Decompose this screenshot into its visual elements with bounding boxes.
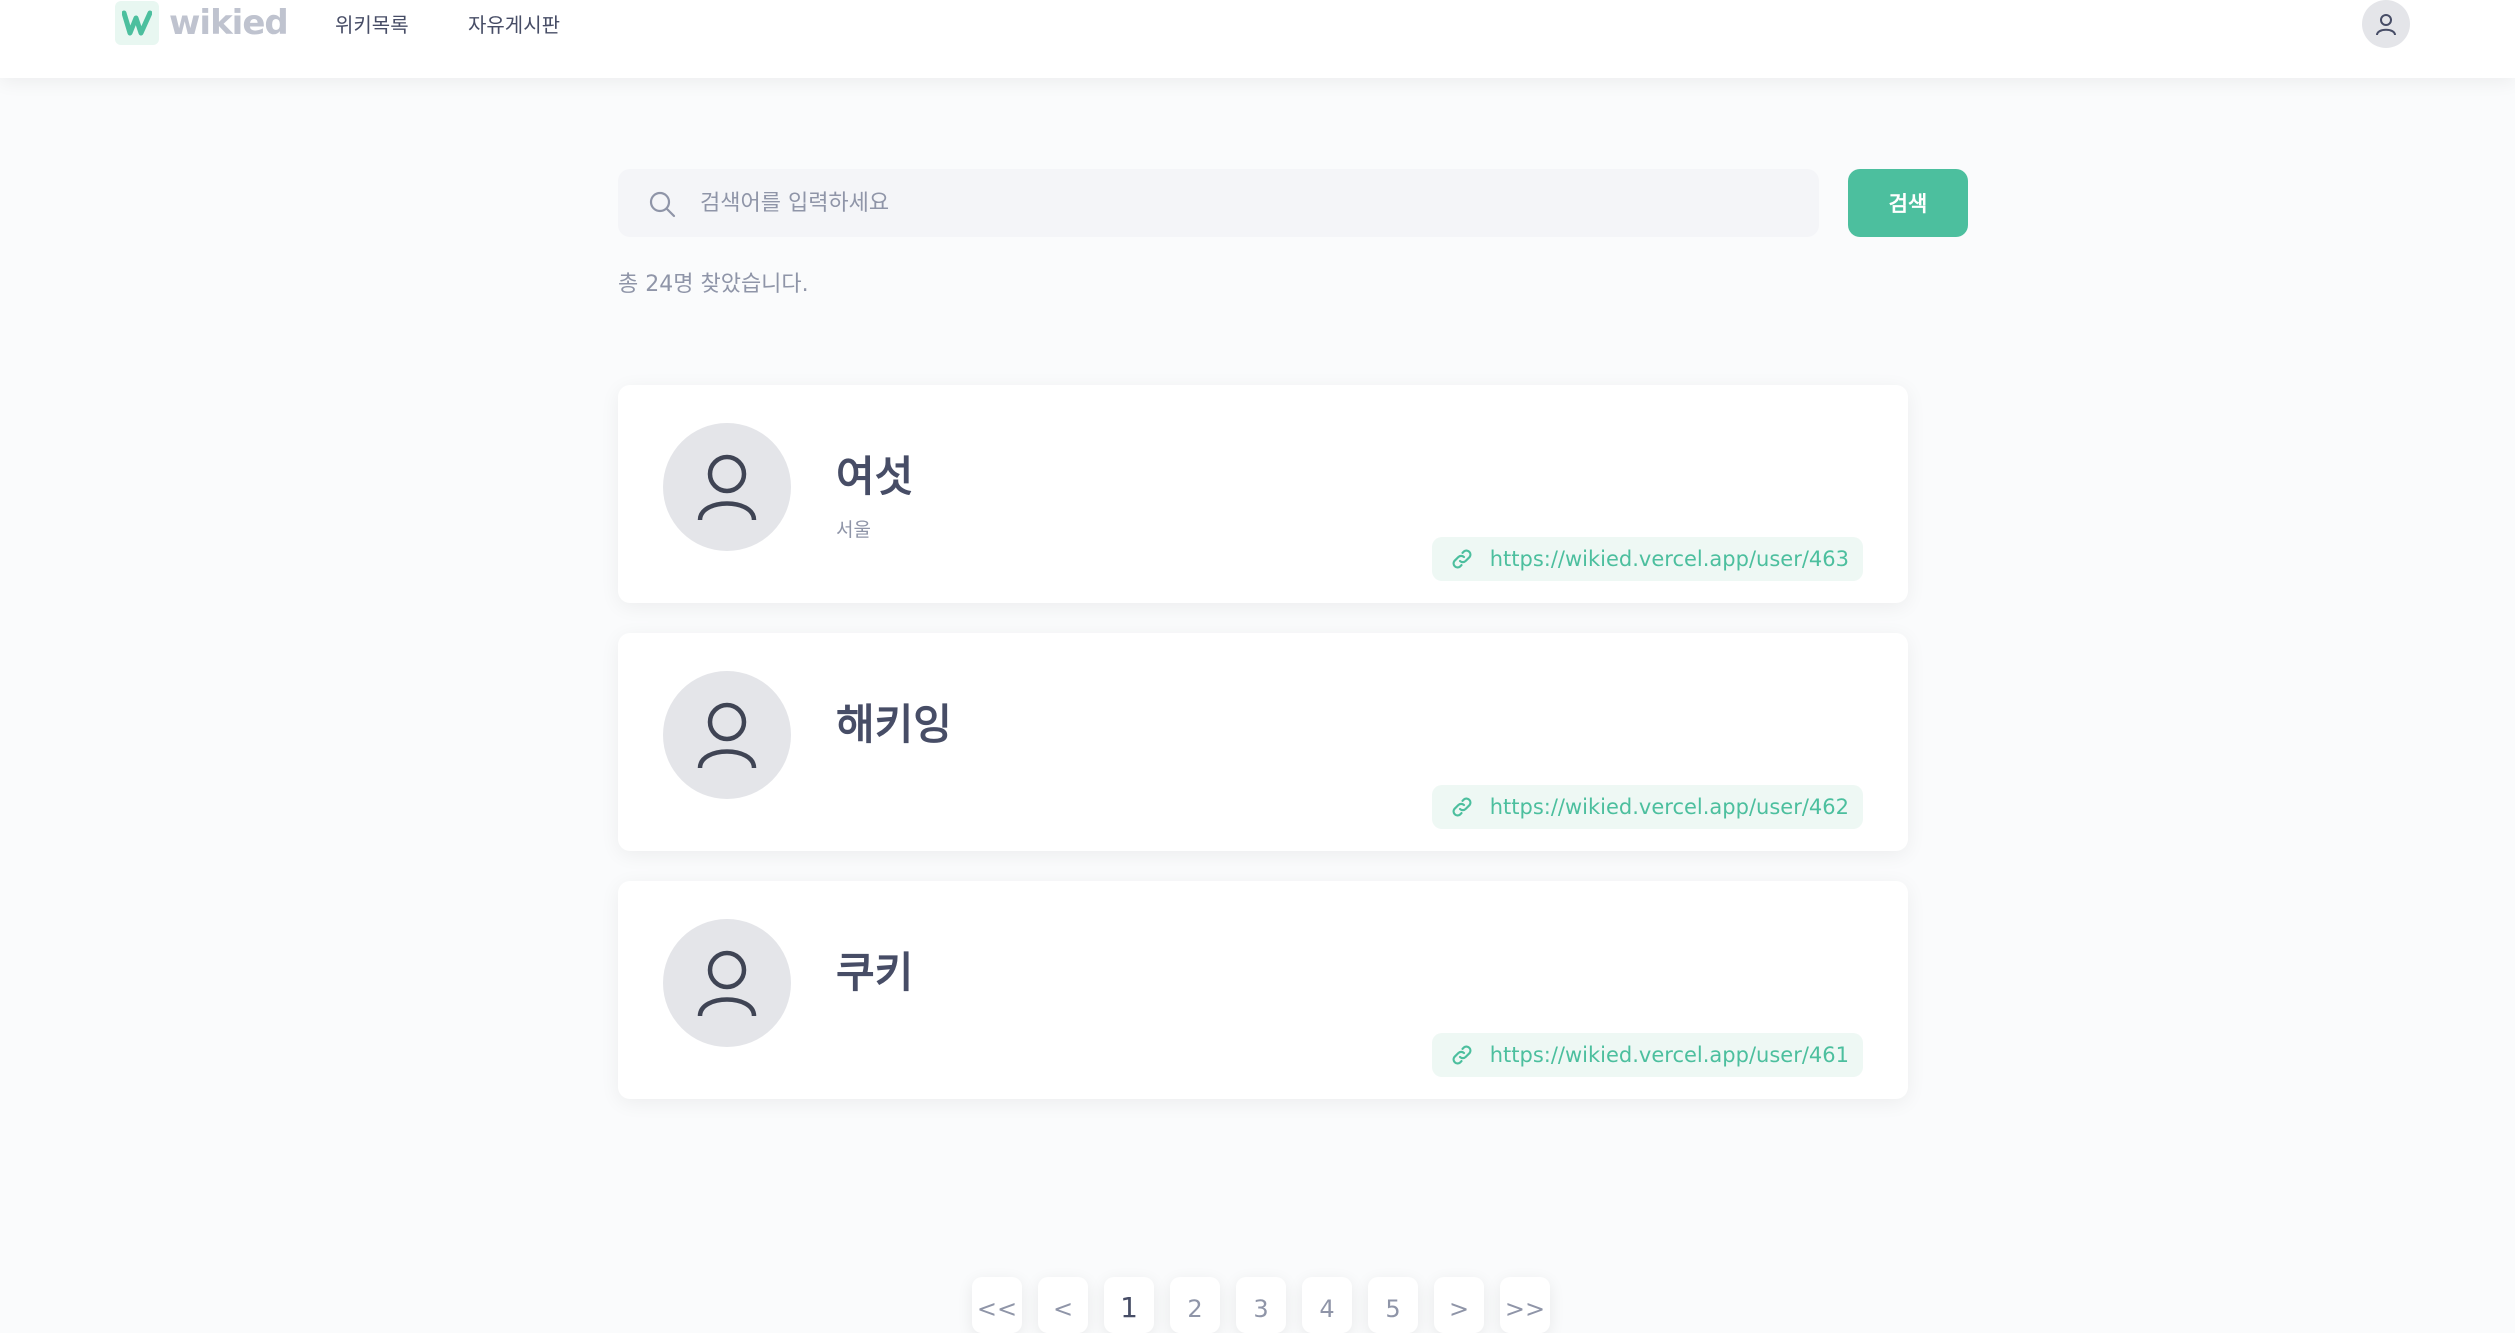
profile-link[interactable]: https://wikied.vercel.app/user/462	[1431, 785, 1863, 829]
profile-link-url: https://wikied.vercel.app/user/462	[1489, 795, 1849, 819]
prev-page-button[interactable]: <	[1038, 1277, 1088, 1333]
avatar	[663, 671, 791, 799]
nav-free-board[interactable]: 자유게시판	[468, 9, 560, 38]
link-icon	[1452, 797, 1472, 817]
nav-wiki-list[interactable]: 위키목록	[335, 9, 409, 38]
logo-text: wikied	[169, 3, 289, 43]
user-name: 해키잉	[836, 700, 952, 749]
avatar	[663, 423, 791, 551]
logo[interactable]: wikied	[115, 0, 289, 46]
user-icon	[697, 950, 757, 1017]
top-navigation-bar: wikied 위키목록 자유게시판	[0, 0, 2515, 78]
page-button-4[interactable]: 4	[1302, 1277, 1352, 1333]
avatar	[663, 919, 791, 1047]
pagination: << < 1 2 3 4 5 > >>	[972, 1277, 1550, 1333]
profile-link-url: https://wikied.vercel.app/user/463	[1489, 547, 1849, 571]
user-icon	[697, 454, 757, 521]
last-page-button[interactable]: >>	[1500, 1277, 1550, 1333]
first-page-button[interactable]: <<	[972, 1277, 1022, 1333]
user-card[interactable]: 쿠키 https://wikied.vercel.app/user/461	[618, 881, 1908, 1099]
search-button[interactable]: 검색	[1848, 169, 1968, 237]
user-name: 쿠키	[836, 948, 914, 997]
user-icon	[2376, 14, 2396, 36]
search-box	[618, 169, 1819, 237]
user-card[interactable]: 여섯 서울 https://wikied.vercel.app/user/463	[618, 385, 1908, 603]
profile-link[interactable]: https://wikied.vercel.app/user/463	[1431, 537, 1863, 581]
search-icon	[649, 191, 676, 218]
user-card[interactable]: 해키잉 https://wikied.vercel.app/user/462	[618, 633, 1908, 851]
link-icon	[1452, 549, 1472, 569]
link-icon	[1452, 1045, 1472, 1065]
user-icon	[697, 702, 757, 769]
profile-button[interactable]	[2362, 0, 2410, 48]
page-button-1[interactable]: 1	[1104, 1277, 1154, 1333]
user-name: 여섯	[836, 452, 914, 501]
profile-link-url: https://wikied.vercel.app/user/461	[1489, 1043, 1849, 1067]
user-location: 서울	[836, 519, 871, 541]
page-button-5[interactable]: 5	[1368, 1277, 1418, 1333]
wikied-logo-icon	[115, 1, 159, 45]
search-input[interactable]	[700, 169, 1790, 237]
result-count: 총 24명 찾았습니다.	[618, 272, 809, 297]
next-page-button[interactable]: >	[1434, 1277, 1484, 1333]
page-button-2[interactable]: 2	[1170, 1277, 1220, 1333]
profile-link[interactable]: https://wikied.vercel.app/user/461	[1431, 1033, 1863, 1077]
page-button-3[interactable]: 3	[1236, 1277, 1286, 1333]
